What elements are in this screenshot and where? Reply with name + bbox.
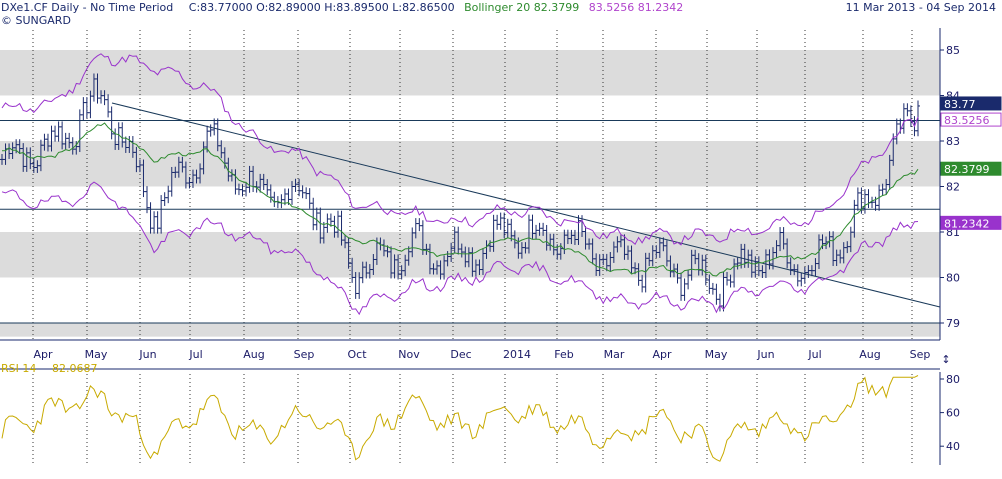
x-tick-label: Mar <box>604 348 625 361</box>
y-tick-label: 85 <box>946 44 960 57</box>
last-price-tag: 83.77 <box>940 96 1002 111</box>
bb-mid-tag-text: 82.3799 <box>944 163 990 176</box>
last-price-tag-text: 83.77 <box>944 98 976 111</box>
band-0 <box>0 50 940 96</box>
rsi-tick-label: 60 <box>946 407 960 420</box>
y-tick-label: 79 <box>946 317 960 330</box>
rsi-line <box>1 375 919 462</box>
x-tick-label: Oct <box>347 348 367 361</box>
x-tick-label: Apr <box>33 348 53 361</box>
y-tick-label: 83 <box>946 135 960 148</box>
x-tick-label: Aug <box>859 348 880 361</box>
pane-resize-icon[interactable]: ↕ <box>941 353 950 366</box>
price-chart[interactable]: 85848382818079Apr May Jun Jul Aug Sep Oct Nov De… <box>0 0 1002 479</box>
band-1 <box>0 141 940 187</box>
bb-lower-tag: 81.2342 <box>940 215 1002 230</box>
x-tick-label: Jul <box>188 348 202 361</box>
bb-mid-tag: 82.3799 <box>940 161 1002 176</box>
bb-upper-tag-text: 83.5256 <box>944 114 990 127</box>
bb-lower-tag-text: 81.2342 <box>944 217 990 230</box>
x-tick-label: Nov <box>398 348 420 361</box>
x-tick-label: May <box>85 348 108 361</box>
x-tick-label: Feb <box>554 348 573 361</box>
rsi-tick-label: 40 <box>946 440 960 453</box>
x-tick-label: Apr <box>652 348 672 361</box>
rsi-label: RSI 14 <box>1 362 36 375</box>
x-tick-label: May <box>705 348 728 361</box>
x-tick-label: Dec <box>450 348 471 361</box>
x-tick-label: Aug <box>243 348 264 361</box>
x-tick-label: Sep <box>294 348 315 361</box>
bb-upper-tag: 83.5256 <box>940 112 1002 127</box>
x-tick-label: 2014 <box>503 348 531 361</box>
y-tick-label: 80 <box>946 272 960 285</box>
y-tick-label: 82 <box>946 181 960 194</box>
rsi-value: 82.0687 <box>52 362 98 375</box>
band-2 <box>0 232 940 278</box>
x-tick-label: Sep <box>910 348 931 361</box>
rsi-tick-label: 80 <box>946 373 960 386</box>
x-tick-label: Jun <box>756 348 774 361</box>
x-tick-label: Jun <box>138 348 156 361</box>
x-tick-label: Jul <box>807 348 821 361</box>
band-3 <box>0 323 940 337</box>
